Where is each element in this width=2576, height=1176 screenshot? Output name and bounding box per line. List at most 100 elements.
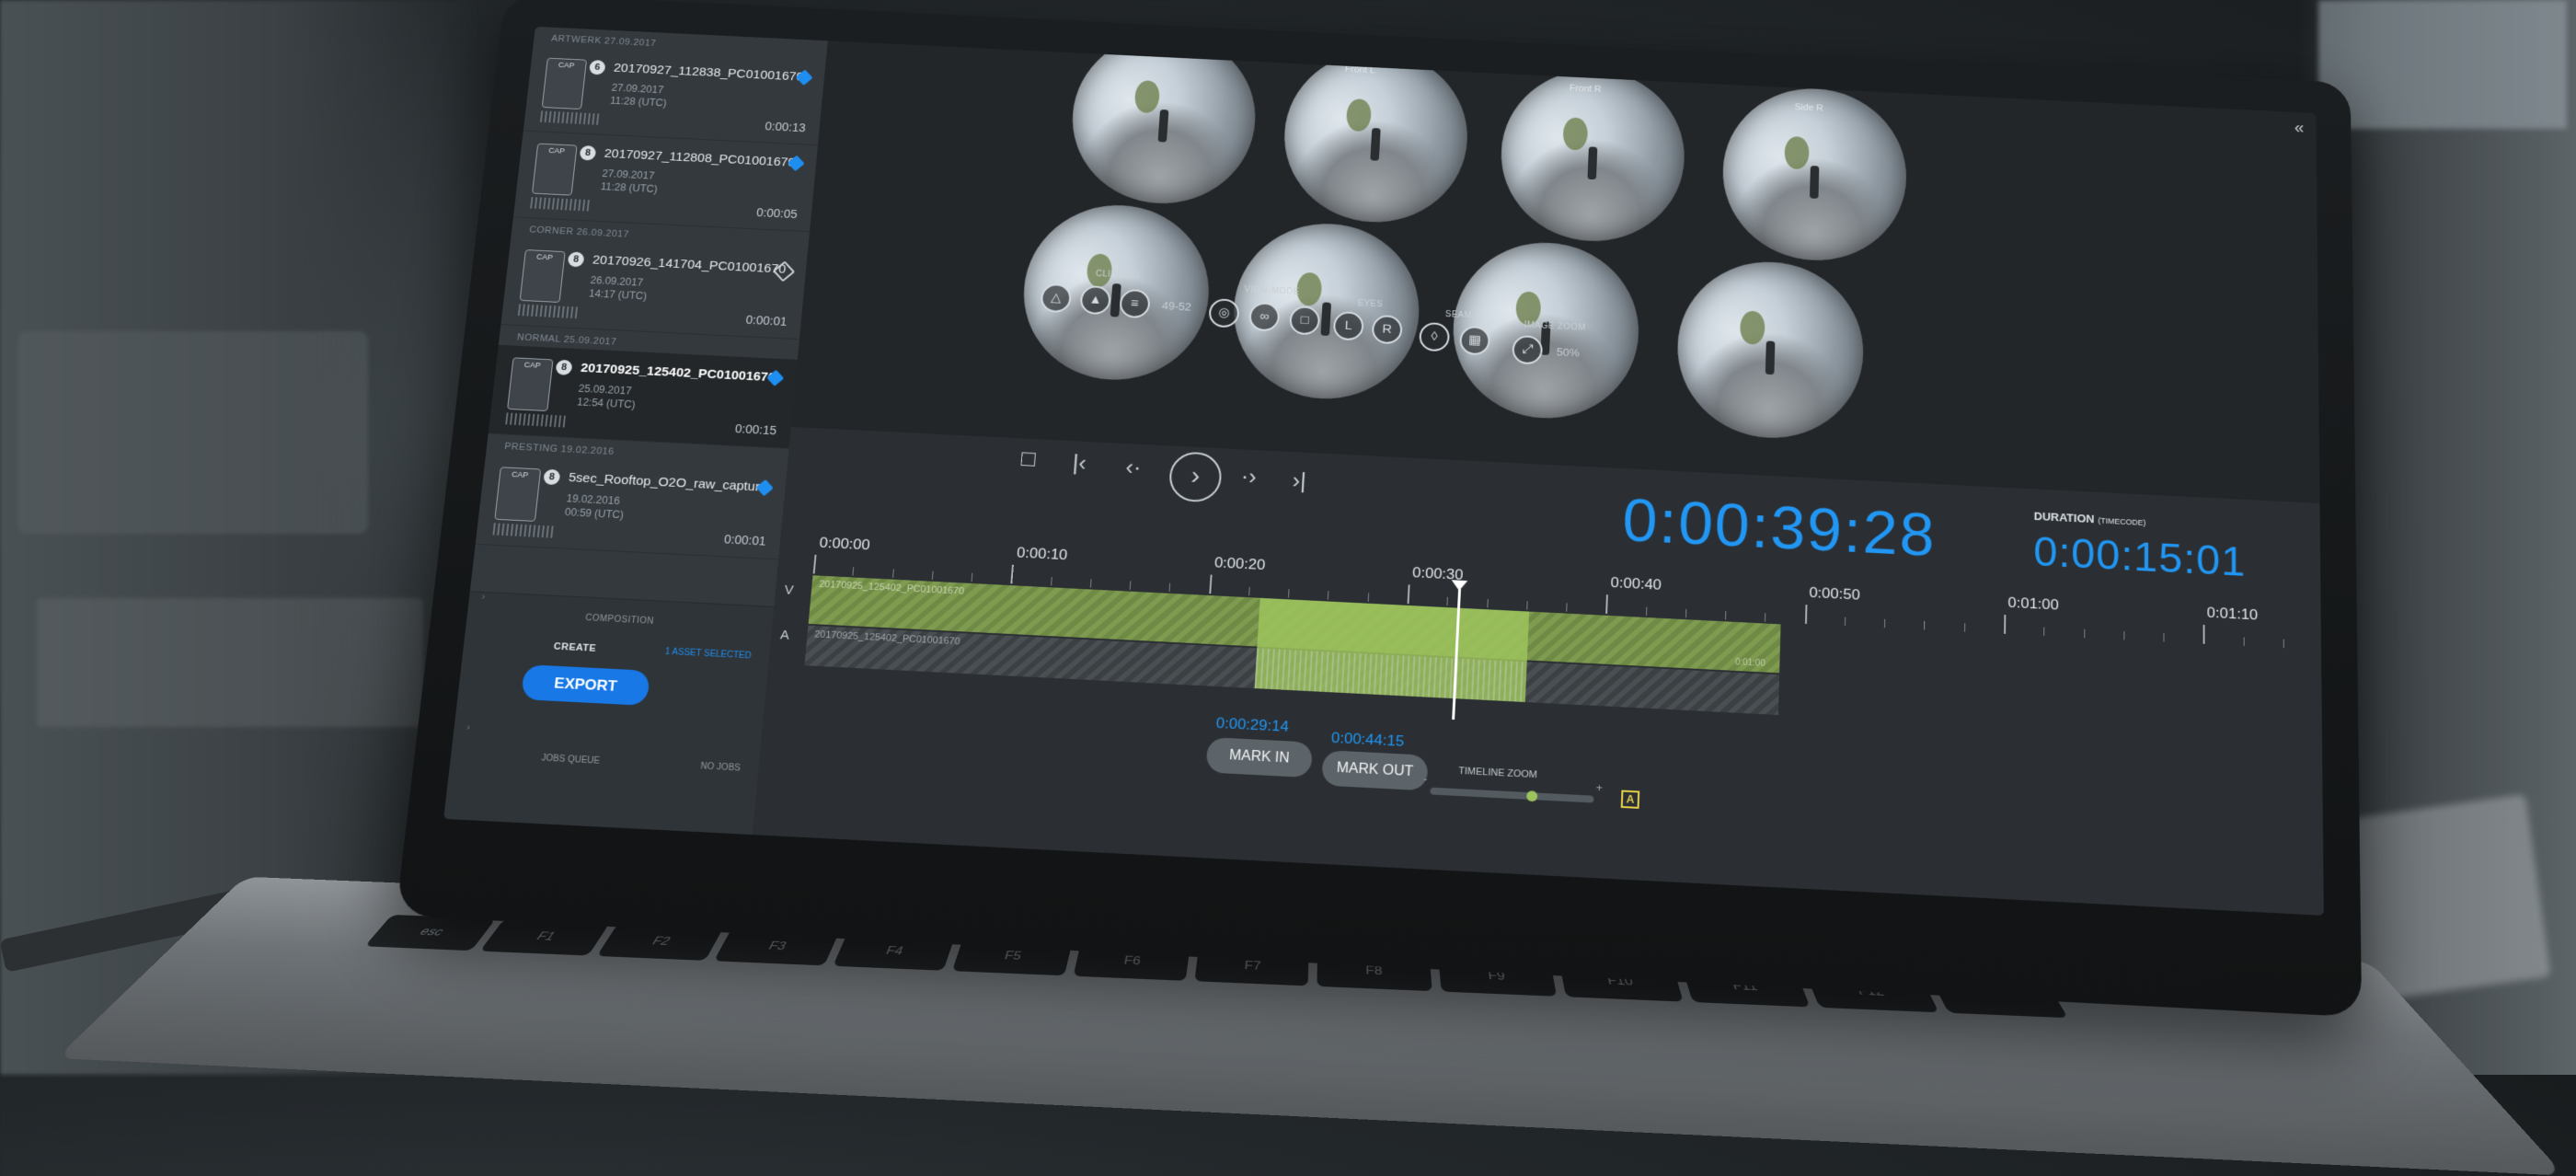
duration-label-text: DURATION	[2033, 509, 2095, 525]
mark-in-timecode: 0:00:29:14	[1215, 714, 1290, 735]
ruler-major-tick	[1407, 584, 1410, 605]
clip-duration: 0:00:05	[755, 205, 799, 221]
clipping-stripes-icon[interactable]: ≡	[1119, 288, 1151, 319]
view-mode-square-icon[interactable]: □	[1288, 306, 1321, 336]
clip-name: 20170925_125402_PC01001670	[580, 361, 776, 386]
ruler-minor-tick	[1050, 577, 1052, 586]
clip-index-badge: 6	[588, 59, 606, 75]
ruler-tick-label: 0:01:10	[2206, 604, 2259, 624]
duration-sublabel: (TIMECODE)	[2098, 515, 2146, 527]
ruler-major-tick	[812, 554, 817, 574]
clip-thumbnail-icon: CAP	[494, 467, 542, 522]
expand-arrow-icon[interactable]: ›	[481, 593, 485, 602]
clip-index-badge: 8	[567, 251, 585, 268]
ruler-tick-label: 0:01:00	[2007, 594, 2059, 614]
seams-grid-icon[interactable]: ▦	[1459, 325, 1491, 356]
eye-right-icon[interactable]: R	[1371, 314, 1403, 345]
ruler-minor-tick	[1884, 618, 1886, 628]
track-a-label: A	[779, 628, 790, 643]
view-mode-circle-icon[interactable]: ◎	[1208, 298, 1240, 329]
ruler-minor-tick	[1963, 623, 1965, 632]
video-clip-end-timecode: 0:01:00	[1734, 657, 1765, 669]
ruler-minor-tick	[1725, 611, 1727, 620]
mark-out-button[interactable]: MARK OUT	[1321, 750, 1429, 791]
expand-jobs-arrow-icon[interactable]: ›	[466, 723, 470, 733]
laptop-lid: ARTWERK 27.09.2017 CAP 6 20170927_112838…	[396, 0, 2363, 1018]
clip-list-item[interactable]: CAP 8 20170925_125402_PC01001670 25.09.2…	[488, 344, 798, 449]
clip-list: ARTWERK 27.09.2017 CAP 6 20170927_112838…	[475, 27, 828, 560]
ruler-major-tick	[2004, 615, 2007, 634]
timeline-zoom-knob[interactable]	[1526, 790, 1538, 802]
clip-thumb-text: CAP	[535, 252, 554, 262]
clip-duration: 0:00:15	[734, 421, 777, 438]
seams-drop-icon[interactable]: ◊	[1419, 321, 1451, 352]
ruler-tick-label: 0:00:00	[818, 534, 871, 554]
clip-list-item[interactable]: CAP 8 5sec_Rooftop_O2O_raw_capture 19.02…	[475, 454, 788, 560]
current-timecode: 0:00:39:28	[1621, 486, 1937, 570]
collapse-panel-icon[interactable]: «	[2294, 119, 2305, 138]
timeline-zoom-minus[interactable]: -	[1423, 773, 1428, 786]
mark-in-button[interactable]: MARK IN	[1205, 736, 1314, 778]
go-to-start-icon[interactable]: |‹	[1072, 450, 1087, 477]
clip-index-badge: 8	[579, 144, 597, 161]
clip-duration: 0:00:01	[745, 312, 788, 329]
clip-waveform	[492, 523, 557, 538]
clip-thumb-text: CAP	[558, 60, 575, 70]
camera-view-2	[1279, 47, 1472, 227]
ruler-minor-tick	[1328, 591, 1329, 600]
stop-icon[interactable]: □	[1020, 445, 1036, 472]
background-shelf	[18, 331, 368, 534]
clip-waveform	[530, 197, 592, 212]
clip-thumbnail-icon: CAP	[519, 249, 566, 303]
clip-name: 20170927_112838_PC01001670	[613, 61, 805, 85]
transport-timeline-panel: □ |‹ ‹· › ·› ›| 0:00:39:28 DURATION (TIME…	[752, 426, 2324, 916]
step-back-icon[interactable]: ‹·	[1125, 454, 1143, 480]
export-button[interactable]: EXPORT	[521, 664, 650, 706]
clip-waveform	[539, 110, 603, 125]
ruler-major-tick	[1804, 605, 1808, 624]
ruler-major-tick	[2202, 624, 2205, 644]
ruler-minor-tick	[2123, 630, 2125, 640]
ruler-minor-tick	[1089, 579, 1092, 588]
clip-list-item[interactable]: CAP 8 20170926_141704_PC01001670 26.09.2…	[500, 236, 808, 340]
audio-clip-name: 20170925_125402_PC01001670	[813, 628, 960, 648]
image-zoom-value: 50%	[1556, 345, 1581, 360]
clipping-alert-icon[interactable]: ▲	[1079, 285, 1112, 316]
clip-date: 19.02.2016	[565, 492, 621, 507]
ruler-minor-tick	[2283, 639, 2284, 649]
clip-thumb-text: CAP	[511, 469, 529, 479]
camera-label-front-l: Front L	[1344, 63, 1375, 76]
ruler-minor-tick	[1486, 598, 1489, 608]
view-mode-stereo-icon[interactable]: ∞	[1248, 302, 1281, 332]
clip-thumbnail-icon: CAP	[507, 357, 554, 412]
clip-time: 12:54 (UTC)	[576, 396, 637, 411]
ruler-minor-tick	[971, 572, 973, 582]
view-mode-label: VIEW-MODE	[1243, 284, 1300, 297]
clip-list-item[interactable]: CAP 6 20170927_112838_PC01001670 27.09.2…	[523, 45, 826, 146]
ruler-minor-tick	[2043, 627, 2045, 637]
clip-list-item[interactable]: CAP 8 20170927_112808_PC01001670 27.09.2…	[512, 131, 818, 233]
go-to-end-icon[interactable]: ›|	[1292, 467, 1307, 494]
ruler-minor-tick	[2243, 637, 2245, 646]
clip-time: 00:59 (UTC)	[564, 505, 625, 522]
eye-left-icon[interactable]: L	[1332, 311, 1364, 341]
audio-badge[interactable]: A	[1620, 790, 1640, 809]
background-window	[2318, 0, 2567, 129]
mark-out-timecode: 0:00:44:15	[1330, 729, 1405, 750]
ruler-minor-tick	[852, 567, 855, 576]
play-icon[interactable]: ›	[1167, 451, 1224, 503]
ruler-minor-tick	[1446, 596, 1449, 606]
no-jobs-label: NO JOBS	[700, 761, 742, 774]
ruler-minor-tick	[1566, 603, 1568, 612]
app-screen: ARTWERK 27.09.2017 CAP 6 20170927_112838…	[443, 26, 2324, 916]
step-forward-icon[interactable]: ·›	[1240, 463, 1257, 490]
clip-waveform	[517, 304, 581, 319]
clip-thumb-text: CAP	[547, 145, 566, 156]
timeline-zoom-plus[interactable]: +	[1596, 781, 1603, 794]
timeline-zoom-slider[interactable]	[1430, 787, 1594, 803]
clip-duration: 0:00:01	[723, 532, 767, 548]
ruler-major-tick	[1208, 574, 1213, 594]
camera-label-front-r: Front R	[1569, 83, 1602, 95]
duration-timecode: 0:00:15:01	[2033, 529, 2247, 586]
clipping-warning-icon[interactable]: △	[1040, 282, 1073, 314]
